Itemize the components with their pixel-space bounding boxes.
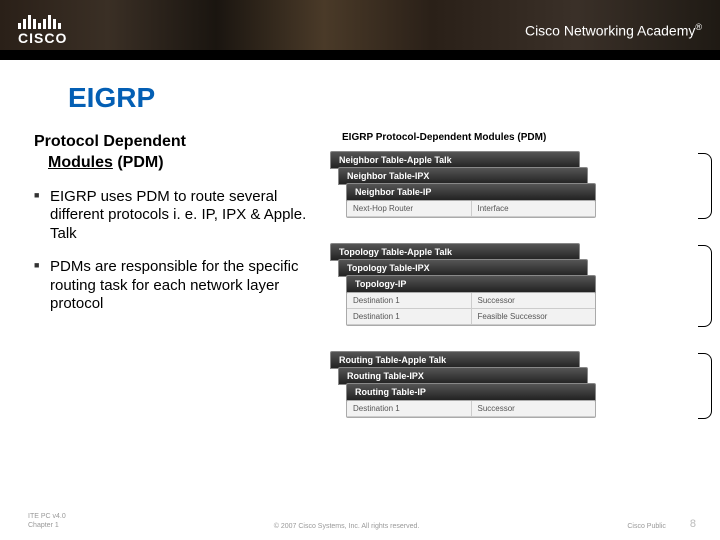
bullet-item: PDMs are responsible for the specific ro… bbox=[34, 258, 324, 314]
table-card: Destination 1Successor Destination 1Feas… bbox=[346, 292, 596, 326]
bullet-list: EIGRP uses PDM to route several differen… bbox=[34, 188, 324, 315]
table-cell: Destination 1 bbox=[347, 309, 472, 325]
table-cell: Next-Hop Router bbox=[347, 201, 472, 217]
diagram-title: EIGRP Protocol-Dependent Modules (PDM) bbox=[342, 132, 708, 143]
brace-icon bbox=[698, 245, 712, 327]
subtitle: Protocol Dependent Modules (PDM) bbox=[34, 132, 324, 174]
table-cell: Feasible Successor bbox=[472, 309, 596, 325]
bullet-item: EIGRP uses PDM to route several differen… bbox=[34, 188, 324, 244]
table-cell: Interface bbox=[472, 201, 596, 217]
topology-tables-group: Topology Table-Apple Talk Topology Table… bbox=[330, 243, 708, 339]
table-card: Next-Hop RouterInterface bbox=[346, 200, 596, 218]
routing-tables-group: Routing Table-Apple Talk Routing Table-I… bbox=[330, 351, 708, 431]
table-cell: Destination 1 bbox=[347, 293, 472, 309]
table-tab: Routing Table-IP bbox=[346, 383, 596, 401]
footer-left: ITE PC v4.0 Chapter 1 bbox=[28, 513, 66, 530]
table-tab: Topology-IP bbox=[346, 275, 596, 293]
brace-icon bbox=[698, 153, 712, 219]
footer-course: ITE PC v4.0 bbox=[28, 513, 66, 521]
table-cell: Destination 1 bbox=[347, 401, 472, 417]
cisco-wordmark: CISCO bbox=[18, 30, 67, 46]
cisco-bars-icon bbox=[18, 15, 61, 29]
top-banner: CISCO Cisco Networking Academy® bbox=[0, 0, 720, 60]
table-cell: Successor bbox=[472, 401, 596, 417]
footer-public: Cisco Public bbox=[627, 523, 666, 530]
table-cell: Successor bbox=[472, 293, 596, 309]
brace-icon bbox=[698, 353, 712, 419]
cisco-logo: CISCO bbox=[18, 15, 67, 46]
table-card: Destination 1Successor bbox=[346, 400, 596, 418]
footer: ITE PC v4.0 Chapter 1 © 2007 Cisco Syste… bbox=[0, 513, 720, 530]
content-row: Protocol Dependent Modules (PDM) EIGRP u… bbox=[0, 132, 720, 443]
footer-copyright: © 2007 Cisco Systems, Inc. All rights re… bbox=[66, 523, 628, 530]
table-tab: Neighbor Table-IP bbox=[346, 183, 596, 201]
page-number: 8 bbox=[690, 518, 696, 530]
neighbor-tables-group: Neighbor Table-Apple Talk Neighbor Table… bbox=[330, 151, 708, 231]
diagram-column: EIGRP Protocol-Dependent Modules (PDM) N… bbox=[324, 132, 708, 443]
left-column: Protocol Dependent Modules (PDM) EIGRP u… bbox=[34, 132, 324, 443]
subtitle-line1: Protocol Dependent bbox=[34, 133, 186, 150]
subtitle-line2: Modules (PDM) bbox=[48, 153, 324, 174]
academy-label: Cisco Networking Academy® bbox=[525, 22, 702, 39]
slide-title: EIGRP bbox=[68, 82, 720, 114]
footer-chapter: Chapter 1 bbox=[28, 522, 66, 530]
